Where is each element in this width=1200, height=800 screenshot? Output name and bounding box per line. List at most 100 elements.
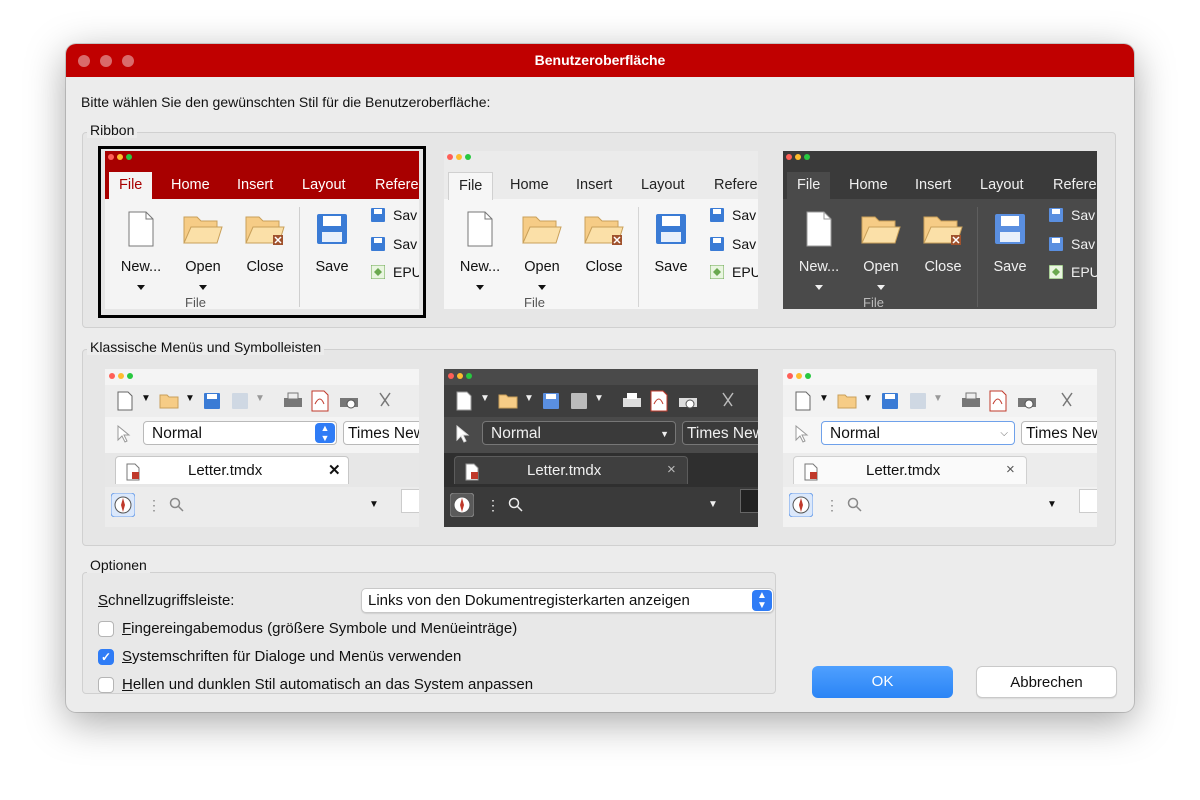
paragraph-style-select[interactable]: Normal ▼ [482, 421, 676, 445]
close-tab-icon: ✕ [328, 462, 341, 479]
ribbon-preview-dark[interactable]: File Home Insert Layout Refere New... Op… [783, 151, 1097, 309]
font-name-select[interactable]: Times New [682, 421, 758, 445]
cut-icon [379, 392, 391, 407]
ribbon-tab-file: File [448, 172, 494, 200]
epub-icon [710, 265, 724, 279]
folder-close-icon [245, 216, 285, 245]
print-preview-icon [679, 398, 697, 409]
ribbon-tab-insert: Insert [237, 177, 274, 193]
save-disk-icon [995, 214, 1025, 244]
close-tab-icon: × [1006, 461, 1015, 478]
pdf-export-icon [650, 390, 668, 412]
chevron-down-icon: ▼ [524, 393, 534, 404]
ribbon-tab-home: Home [171, 177, 210, 193]
chevron-down-icon: ▼ [933, 393, 943, 404]
folder-open-icon [183, 216, 223, 244]
document-tab[interactable]: Letter.tmdx × [454, 456, 688, 484]
auto-dark-mode-label: Hellen und dunklen Stil automatisch an d… [122, 676, 534, 693]
folder-open-icon [159, 394, 179, 409]
dialog-window: Benutzeroberfläche Bitte wählen Sie den … [66, 44, 1134, 712]
ruler-tab-icon [740, 489, 758, 513]
ribbon-tab-layout: Layout [641, 177, 685, 193]
save-all-icon [571, 393, 587, 409]
ribbon-tab-file: File [109, 172, 153, 200]
save-all-icon [232, 393, 248, 409]
stepper-icon: ▲ ▼ [315, 423, 335, 443]
ribbon-tab-references: Refere [1053, 177, 1097, 193]
print-icon [623, 393, 641, 407]
close-tab-icon: × [667, 461, 676, 478]
instruction-text: Bitte wählen Sie den gewünschten Stil fü… [81, 94, 491, 110]
ribbon-tab-references: Refere [375, 177, 419, 193]
epub-icon [1049, 265, 1063, 279]
ribbon-preview-light[interactable]: File Home Insert Layout Refere New... Op… [444, 151, 758, 309]
ribbon-tab-home: Home [849, 177, 888, 193]
title-bar[interactable]: Benutzeroberfläche [66, 44, 1134, 77]
cut-icon [722, 392, 734, 407]
pdf-export-icon [311, 390, 329, 412]
ribbon-tab-insert: Insert [915, 177, 952, 193]
chevron-down-icon: ▼ [660, 429, 669, 439]
auto-dark-mode-checkbox[interactable] [98, 677, 114, 693]
folder-open-icon [498, 394, 518, 409]
ribbon-tab-home: Home [510, 177, 549, 193]
document-icon [465, 463, 479, 481]
ribbon-group-label: Ribbon [87, 122, 138, 138]
new-document-icon [467, 211, 493, 247]
classic-toolbar: ▼ ▼ ▼ [105, 385, 419, 417]
window-title: Benutzeroberfläche [534, 52, 666, 68]
cancel-button[interactable]: Abbrechen [976, 666, 1117, 698]
new-document-icon [128, 211, 154, 247]
system-fonts-checkbox[interactable]: ✓ [98, 649, 114, 665]
ribbon-group-file-label: File [863, 295, 884, 309]
ribbon-tab-layout: Layout [302, 177, 346, 193]
new-document-icon [456, 391, 472, 411]
save-disk-icon [317, 214, 347, 244]
stepper-icon: ▲ ▼ [752, 590, 772, 611]
save-small-icon [1049, 237, 1063, 251]
options-group-label: Optionen [87, 557, 150, 573]
save-small-icon [710, 237, 724, 251]
ribbon-tab-insert: Insert [576, 177, 613, 193]
pointer-icon [456, 425, 470, 443]
drag-handle-icon: ⋮ [486, 497, 500, 513]
ok-button[interactable]: OK [812, 666, 953, 698]
new-document-icon [806, 211, 832, 247]
save-disk-icon [656, 214, 686, 244]
font-name-select[interactable]: Times New [343, 421, 419, 445]
paragraph-style-select[interactable]: Normal ▲ ▼ [143, 421, 337, 445]
pointer-icon [117, 425, 131, 443]
ruler-tab-icon [1079, 489, 1097, 513]
folder-close-icon [923, 216, 963, 245]
chevron-down-icon: ▼ [708, 499, 718, 510]
cut-icon [1061, 392, 1073, 407]
search-icon [169, 497, 184, 512]
new-document-icon [795, 391, 811, 411]
classic-preview-dark[interactable]: ▼ ▼ ▼ Normal ▼ Times New Letter.tmdx × ⋮… [444, 369, 758, 527]
quick-access-label: Schnellzugriffsleiste: [98, 592, 235, 609]
folder-open-icon [837, 394, 857, 409]
classic-preview-light[interactable]: ▼ ▼ ▼ Normal ▲ ▼ Times New Letter.tmdx ✕… [105, 369, 419, 527]
drag-handle-icon: ⋮ [825, 497, 839, 513]
document-tab[interactable]: Letter.tmdx ✕ [115, 456, 349, 484]
drag-handle-icon: ⋮ [147, 497, 161, 513]
folder-close-icon [584, 216, 624, 245]
document-icon [804, 463, 818, 481]
print-icon [962, 392, 980, 407]
touch-mode-checkbox[interactable] [98, 621, 114, 637]
quick-access-select[interactable]: Links von den Dokumentregisterkarten anz… [361, 588, 774, 613]
chevron-down-icon: ▼ [185, 393, 195, 404]
print-icon [284, 392, 302, 407]
ribbon-preview-red[interactable]: File Home Insert Layout Refere New... Op… [105, 151, 419, 309]
chevron-down-icon: ⌵ [1000, 428, 1008, 439]
classic-preview-flat[interactable]: ▼ ▼ ▼ Normal ⌵ Times New Letter.tmdx × ⋮… [783, 369, 1097, 527]
save-small-icon [1049, 208, 1063, 222]
save-small-icon [710, 208, 724, 222]
document-tab[interactable]: Letter.tmdx × [793, 456, 1027, 484]
font-name-select[interactable]: Times New [1021, 421, 1097, 445]
checkmark-icon: ✓ [100, 650, 112, 664]
search-icon [847, 497, 862, 512]
ribbon-group-file-label: File [524, 295, 545, 309]
save-small-icon [371, 237, 385, 251]
paragraph-style-select[interactable]: Normal ⌵ [821, 421, 1015, 445]
